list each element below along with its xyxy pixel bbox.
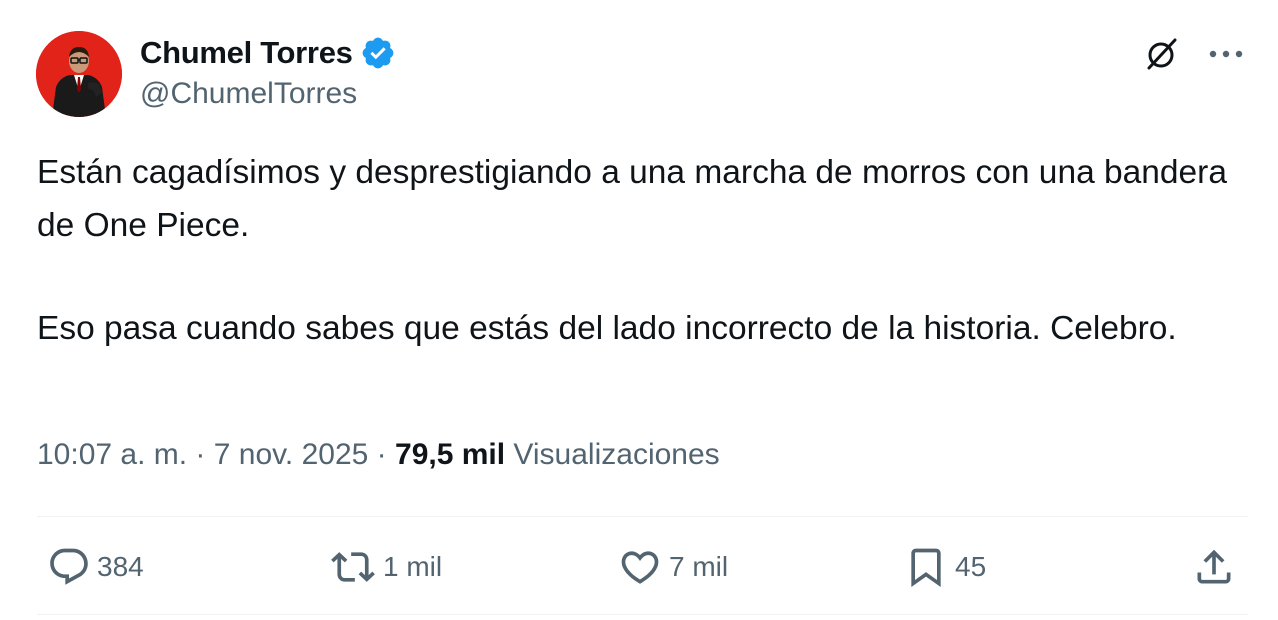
bookmark-button[interactable]: 45 xyxy=(903,540,986,594)
reply-button[interactable]: 384 xyxy=(47,540,144,594)
author-display-name[interactable]: Chumel Torres xyxy=(140,35,353,71)
repost-count: 1 mil xyxy=(383,551,443,582)
divider xyxy=(37,516,1248,517)
tweet-date[interactable]: 7 nov. 2025 xyxy=(214,438,369,472)
avatar[interactable] xyxy=(36,31,122,117)
bookmark-count: 45 xyxy=(955,551,987,582)
bookmark-icon xyxy=(911,548,941,588)
verified-badge-icon[interactable] xyxy=(360,35,396,71)
repost-icon xyxy=(331,552,375,582)
tweet-meta: 10:07 a. m. · 7 nov. 2025 · 79,5 mil Vis… xyxy=(37,438,720,472)
views-count[interactable]: 79,5 mil xyxy=(395,438,505,472)
more-icon[interactable] xyxy=(1204,34,1248,74)
heart-icon xyxy=(621,551,659,584)
author-name-row: Chumel Torres xyxy=(140,33,396,73)
author-handle[interactable]: @ChumelTorres xyxy=(140,77,357,111)
top-actions xyxy=(1140,34,1248,74)
like-button[interactable]: 7 mil xyxy=(617,540,728,594)
repost-button[interactable]: 1 mil xyxy=(329,540,442,594)
tweet-text: Están cagadísimos y desprestigiando a un… xyxy=(37,146,1247,355)
action-bar: 384 1 mil 7 mil 45 xyxy=(37,540,1248,594)
grok-icon[interactable] xyxy=(1140,34,1184,74)
divider xyxy=(37,614,1248,615)
meta-separator: · xyxy=(187,438,214,471)
share-button[interactable] xyxy=(1191,540,1237,594)
tweet-paragraph: Están cagadísimos y desprestigiando a un… xyxy=(37,154,1227,244)
views-label[interactable]: Visualizaciones xyxy=(505,438,719,472)
like-count: 7 mil xyxy=(669,551,729,582)
meta-separator: · xyxy=(368,438,396,471)
reply-count: 384 xyxy=(97,551,144,582)
tweet-time[interactable]: 10:07 a. m. xyxy=(37,438,187,472)
share-icon xyxy=(1197,549,1231,584)
reply-icon xyxy=(50,548,88,585)
tweet-card: Chumel Torres @ChumelTorres Están cagadí… xyxy=(0,0,1278,620)
tweet-paragraph: Eso pasa cuando sabes que estás del lado… xyxy=(37,310,1177,347)
